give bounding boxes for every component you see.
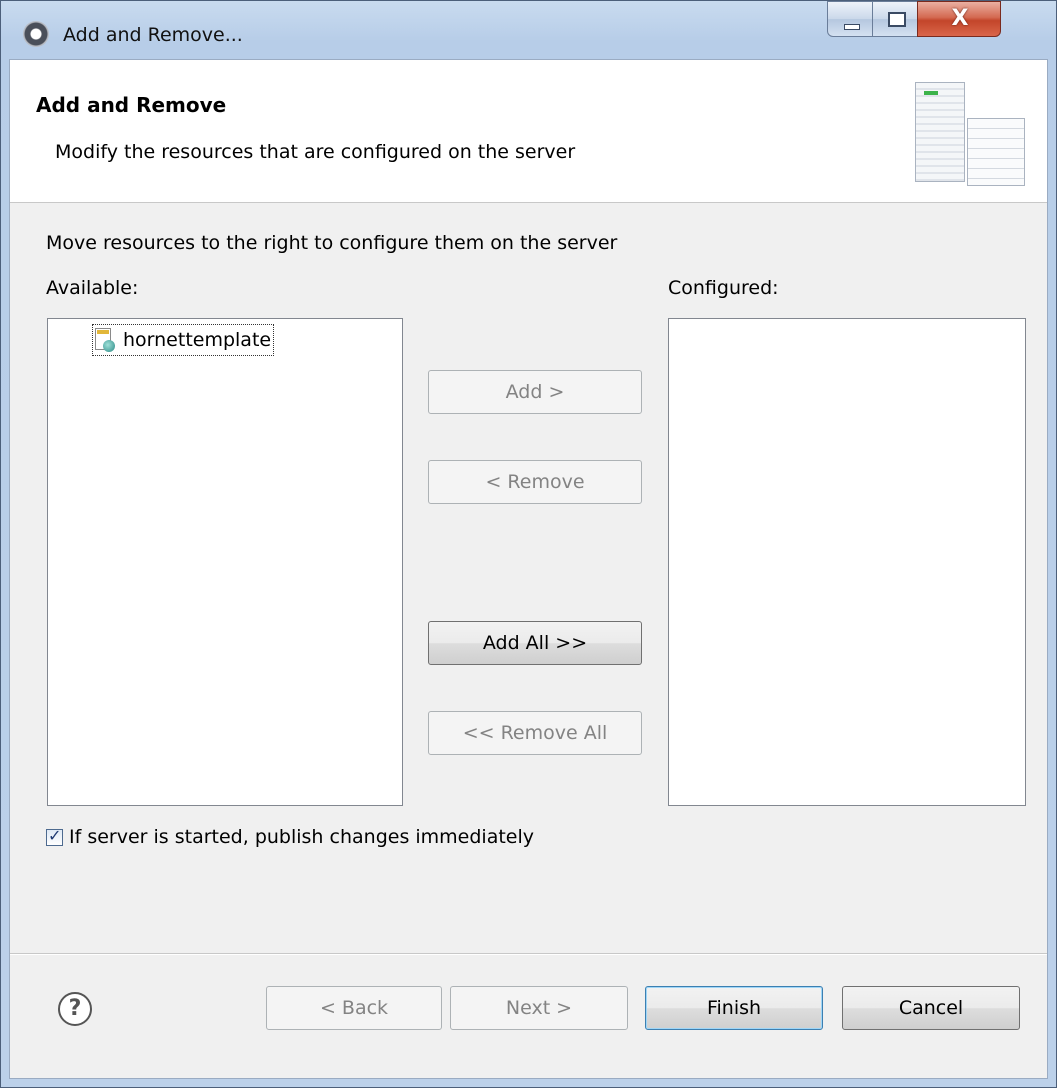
publish-checkbox[interactable]: ✓	[46, 825, 63, 846]
publish-label: If server is started, publish changes im…	[69, 826, 535, 848]
dialog-client-area: Add and Remove Modify the resources that…	[9, 59, 1048, 1079]
remove-all-button[interactable]: << Remove All	[428, 711, 642, 755]
remove-button[interactable]: < Remove	[428, 460, 642, 504]
page-title: Add and Remove	[36, 93, 227, 117]
list-item-label: hornettemplate	[123, 329, 272, 351]
eclipse-app-icon	[23, 21, 49, 47]
title-bar[interactable]: Add and Remove... X	[1, 1, 1056, 47]
help-icon[interactable]: ?	[58, 992, 92, 1026]
footer-separator	[10, 953, 1047, 955]
cancel-button[interactable]: Cancel	[842, 986, 1020, 1030]
close-icon: X	[951, 6, 969, 31]
close-button[interactable]: X	[917, 1, 1001, 37]
check-icon: ✓	[48, 825, 62, 845]
minimize-button[interactable]	[827, 1, 873, 37]
configured-list[interactable]	[668, 318, 1026, 806]
maximize-button[interactable]	[872, 1, 918, 37]
maximize-icon	[888, 12, 906, 27]
available-list[interactable]: hornettemplate	[47, 318, 403, 806]
add-button[interactable]: Add >	[428, 370, 642, 414]
finish-button[interactable]: Finish	[645, 986, 823, 1030]
server-led	[924, 91, 938, 95]
back-button[interactable]: < Back	[266, 986, 442, 1030]
server-banner-icon	[915, 82, 1027, 186]
configured-label: Configured:	[668, 277, 779, 299]
add-all-button[interactable]: Add All >>	[428, 621, 642, 665]
minimize-icon	[844, 24, 860, 30]
list-item[interactable]: hornettemplate	[92, 324, 275, 356]
web-project-icon	[95, 328, 115, 352]
window-title: Add and Remove...	[63, 24, 243, 46]
available-label: Available:	[46, 277, 139, 299]
instruction-text: Move resources to the right to configure…	[46, 232, 618, 254]
publish-option[interactable]: ✓ If server is started, publish changes …	[46, 826, 534, 848]
add-remove-dialog: Add and Remove... X Add and Remove Modif…	[0, 0, 1057, 1088]
page-description: Modify the resources that are configured…	[55, 141, 576, 163]
wizard-header: Add and Remove Modify the resources that…	[10, 60, 1047, 203]
document-icon	[967, 118, 1025, 186]
next-button[interactable]: Next >	[450, 986, 628, 1030]
server-tower-icon	[915, 82, 965, 182]
